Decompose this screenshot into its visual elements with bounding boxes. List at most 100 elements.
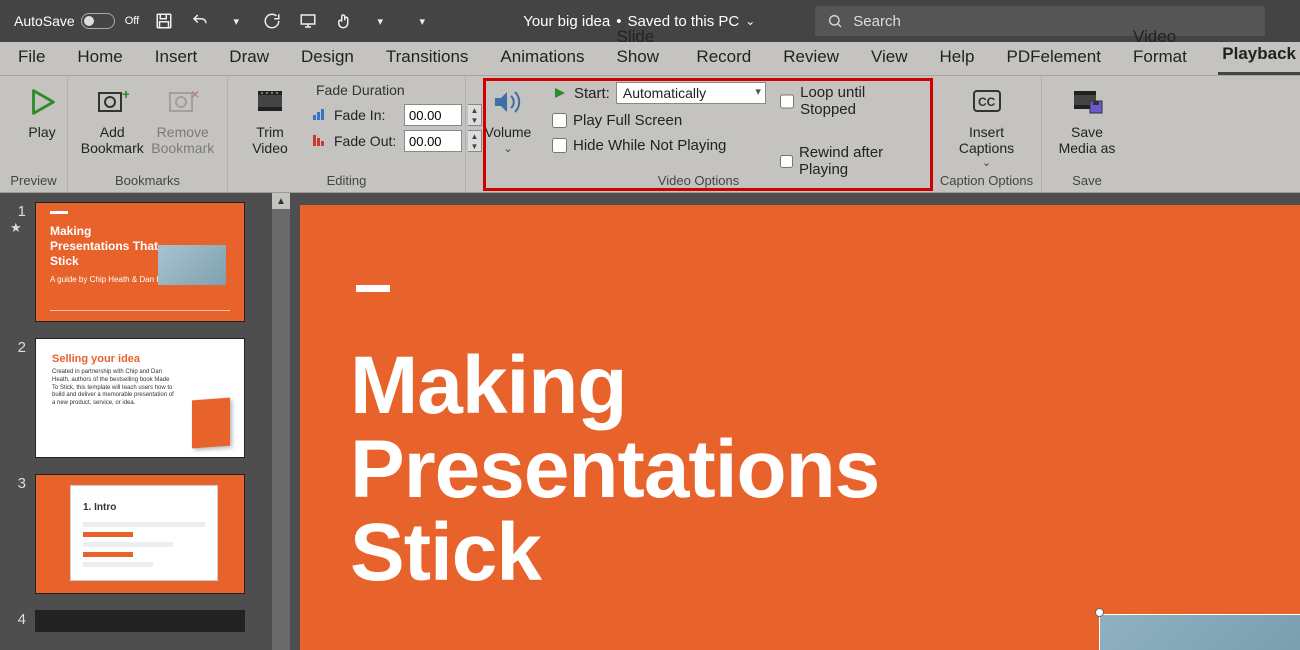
autosave-toggle[interactable]: AutoSave Off [14, 13, 139, 29]
title-line-1: Making [350, 344, 1300, 428]
tab-review[interactable]: Review [779, 41, 843, 75]
chevron-down-icon[interactable]: ⌄ [745, 14, 755, 28]
search-box[interactable]: Search [815, 6, 1265, 36]
group-label-captions: Caption Options [932, 173, 1041, 188]
tab-playback[interactable]: Playback [1218, 38, 1300, 75]
fade-in-icon [312, 107, 328, 123]
video-options-col2: Loop until Stopped Rewind after Playing [780, 80, 919, 178]
svg-text:+: + [122, 87, 129, 102]
add-bookmark-button[interactable]: + Add Bookmark [80, 80, 145, 156]
thumbnail-4[interactable]: 4 [10, 611, 282, 631]
undo-icon[interactable] [189, 10, 211, 32]
group-editing: Trim Video Fade Duration Fade In: 00.00 … [228, 76, 466, 192]
volume-icon [490, 84, 526, 120]
group-label-video-options: Video Options [466, 173, 931, 188]
thumb-slide-1[interactable]: Making Presentations That Stick A guide … [36, 203, 244, 321]
thumb-slide-4[interactable] [36, 611, 244, 631]
play-full-screen-checkbox[interactable]: Play Full Screen [552, 112, 766, 129]
start-icon [552, 85, 568, 101]
search-placeholder: Search [853, 13, 901, 30]
add-bookmark-label: Add Bookmark [81, 124, 144, 156]
volume-label: Volume [485, 124, 532, 140]
rewind-input[interactable] [780, 154, 793, 169]
trim-video-icon [252, 84, 288, 120]
quick-access-toolbar: AutoSave Off ▾ ▾ ▾ [0, 10, 433, 32]
resize-handle[interactable] [1095, 608, 1104, 617]
touch-dropdown-icon[interactable]: ▾ [369, 10, 391, 32]
save-media-button[interactable]: Save Media as [1054, 80, 1120, 156]
group-label-preview: Preview [0, 173, 67, 188]
group-caption-options: CC Insert Captions ⌄ Caption Options [932, 76, 1042, 192]
loop-checkbox[interactable]: Loop until Stopped [780, 84, 919, 118]
tab-view[interactable]: View [867, 41, 912, 75]
start-combo[interactable]: Automatically [616, 82, 766, 104]
insert-captions-button[interactable]: CC Insert Captions ⌄ [944, 80, 1029, 169]
slide-canvas[interactable]: Making Presentations Stick [290, 193, 1300, 650]
tab-help[interactable]: Help [936, 41, 979, 75]
thumb2-title: Selling your idea [36, 339, 244, 369]
tab-home[interactable]: Home [73, 41, 126, 75]
fade-out-label: Fade Out: [334, 133, 398, 149]
thumb3-card: 1. Intro [70, 485, 218, 581]
thumb2-book-image [192, 398, 230, 449]
tab-design[interactable]: Design [297, 41, 358, 75]
hide-not-playing-input[interactable] [552, 138, 567, 153]
group-save: Save Media as Save [1042, 76, 1132, 192]
play-button[interactable]: Play [12, 80, 72, 140]
fade-in-input[interactable]: 00.00 [404, 104, 462, 126]
workspace: ▲ 1 ★ Making Presentations That Stick A … [0, 193, 1300, 650]
touch-mode-icon[interactable] [333, 10, 355, 32]
save-media-label: Save Media as [1059, 124, 1116, 156]
slide-accent-bar [356, 285, 390, 292]
group-label-bookmarks: Bookmarks [68, 173, 227, 188]
thumb-slide-2[interactable]: Selling your idea Created in partnership… [36, 339, 244, 457]
trim-video-button[interactable]: Trim Video [240, 80, 300, 156]
slide-title[interactable]: Making Presentations Stick [350, 344, 1300, 595]
search-icon [827, 13, 843, 29]
play-full-screen-input[interactable] [552, 113, 567, 128]
thumbnail-3[interactable]: 3 1. Intro [10, 475, 282, 593]
loop-input[interactable] [780, 94, 794, 109]
animation-star-icon: ★ [10, 220, 26, 236]
thumbnail-2[interactable]: 2 Selling your idea Created in partnersh… [10, 339, 282, 457]
tab-transitions[interactable]: Transitions [382, 41, 473, 75]
toggle-off-icon[interactable] [81, 13, 115, 29]
save-icon[interactable] [153, 10, 175, 32]
redo-icon[interactable] [261, 10, 283, 32]
tab-slideshow[interactable]: Slide Show [613, 21, 669, 75]
autosave-state: Off [125, 15, 139, 27]
tab-video-format[interactable]: Video Format [1129, 21, 1194, 75]
group-label-save: Save [1042, 173, 1132, 188]
tab-animations[interactable]: Animations [496, 41, 588, 75]
qat-more-icon[interactable]: ▾ [411, 10, 433, 32]
tab-insert[interactable]: Insert [151, 41, 202, 75]
video-object[interactable] [1100, 615, 1300, 650]
thumbnail-1[interactable]: 1 ★ Making Presentations That Stick A gu… [10, 203, 282, 321]
thumb-slide-3[interactable]: 1. Intro [36, 475, 244, 593]
group-label-editing: Editing [228, 173, 465, 188]
thumb-number: 1 [10, 203, 26, 220]
undo-dropdown-icon[interactable]: ▾ [225, 10, 247, 32]
volume-button[interactable]: Volume ⌄ [478, 80, 538, 155]
svg-text:CC: CC [978, 95, 996, 109]
tab-pdfelement[interactable]: PDFelement [1003, 41, 1105, 75]
start-label: Start: [574, 85, 610, 102]
trim-video-label: Trim Video [252, 124, 288, 156]
thumbnail-scrollbar[interactable]: ▲ [272, 193, 290, 650]
video-options-col1: Start: Automatically Play Full Screen Hi… [552, 80, 766, 154]
fade-out-input[interactable]: 00.00 [404, 130, 462, 152]
slide-content[interactable]: Making Presentations Stick [300, 205, 1300, 650]
hide-not-playing-checkbox[interactable]: Hide While Not Playing [552, 137, 766, 154]
play-icon [24, 84, 60, 120]
tab-file[interactable]: File [14, 41, 49, 75]
tab-draw[interactable]: Draw [225, 41, 273, 75]
captions-chevron-icon: ⌄ [982, 156, 991, 169]
add-bookmark-icon: + [94, 84, 130, 120]
closed-caption-icon: CC [969, 84, 1005, 120]
title-line-2: Presentations [350, 428, 1300, 512]
present-start-icon[interactable] [297, 10, 319, 32]
play-label: Play [28, 124, 55, 140]
ribbon: Play Preview + Add Bookmark × Remove Boo… [0, 76, 1300, 193]
tab-record[interactable]: Record [692, 41, 755, 75]
scroll-up-icon[interactable]: ▲ [272, 193, 290, 209]
